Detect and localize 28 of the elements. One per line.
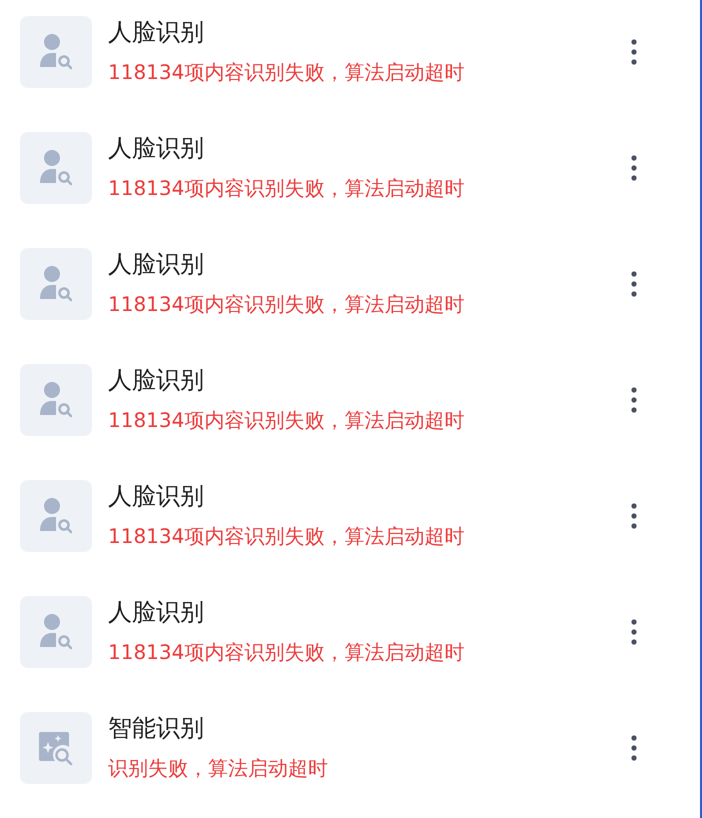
person-search-icon (40, 149, 72, 187)
item-title: 人脸识别 (108, 133, 205, 164)
more-icon (631, 503, 637, 529)
error-message: 118134项内容识别失败，算法启动超时 (108, 639, 466, 666)
more-icon (631, 271, 637, 297)
person-search-icon (40, 33, 72, 71)
more-icon (631, 387, 637, 413)
error-message: 118134项内容识别失败，算法启动超时 (108, 59, 466, 86)
error-message: 118134项内容识别失败，算法启动超时 (108, 291, 466, 318)
item-title: 人脸识别 (108, 597, 205, 628)
error-message: 118134项内容识别失败，算法启动超时 (108, 175, 466, 202)
person-search-icon (40, 497, 72, 535)
item-title: 人脸识别 (108, 249, 205, 280)
sparkle-search-icon (38, 730, 74, 766)
item-title: 人脸识别 (108, 365, 205, 396)
item-title: 人脸识别 (108, 481, 205, 512)
person-search-icon (40, 381, 72, 419)
more-icon (631, 155, 637, 181)
more-icon (631, 735, 637, 761)
error-message: 118134项内容识别失败，算法启动超时 (108, 523, 466, 550)
item-title: 人脸识别 (108, 17, 205, 48)
person-search-icon (40, 265, 72, 303)
more-icon (631, 39, 637, 65)
error-message: 识别失败，算法启动超时 (108, 755, 329, 782)
person-search-icon (40, 613, 72, 651)
more-icon (631, 619, 637, 645)
error-message: 118134项内容识别失败，算法启动超时 (108, 407, 466, 434)
item-title: 智能识别 (108, 713, 205, 744)
